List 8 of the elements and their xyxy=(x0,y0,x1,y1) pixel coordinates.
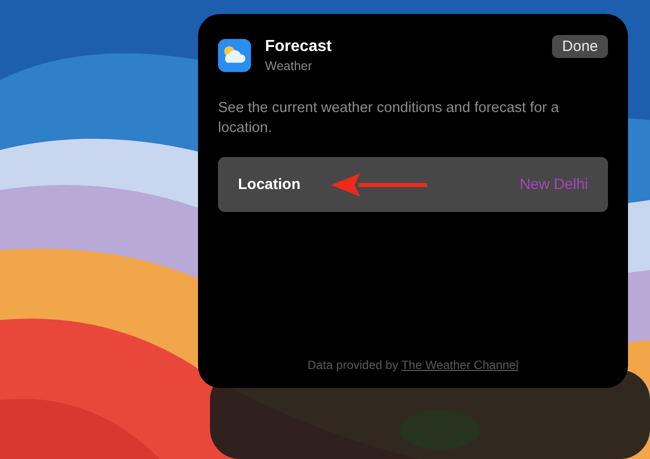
description-text: See the current weather conditions and forecast for a location. xyxy=(218,99,560,138)
attribution-text: Data provided by The Weather Channel xyxy=(306,358,520,372)
location-row[interactable]: Location New Delhi xyxy=(218,157,608,212)
done-button[interactable]: Done xyxy=(552,35,608,58)
weather-icon xyxy=(218,39,251,72)
widget-subtitle: Weather xyxy=(265,59,314,73)
setting-label: Location xyxy=(238,176,300,193)
widget-title: Forecast xyxy=(265,37,333,56)
